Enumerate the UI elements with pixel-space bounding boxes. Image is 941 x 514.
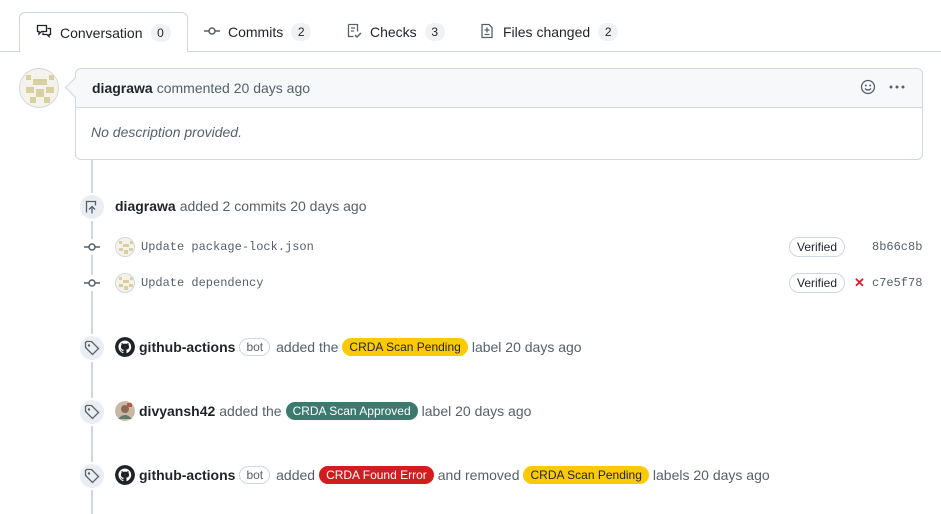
label-crda-found-error[interactable]: CRDA Found Error <box>319 466 434 484</box>
pr-tab-bar: Conversation 0 Commits 2 Checks 3 Files … <box>0 12 941 53</box>
label-crda-scan-pending[interactable]: CRDA Scan Pending <box>342 338 468 356</box>
verified-badge[interactable]: Verified <box>789 273 846 293</box>
bot-badge: bot <box>239 338 271 356</box>
commits-event: diagrawa added 2 commits 20 days ago <box>115 198 366 214</box>
avatar[interactable] <box>19 68 59 108</box>
git-commit-icon <box>84 275 100 291</box>
repo-push-icon <box>78 193 106 221</box>
file-diff-icon <box>479 23 495 42</box>
event-text: and removed <box>437 467 520 483</box>
label-event: github-actions bot added CRDA Found Erro… <box>115 464 770 486</box>
check-failed-icon[interactable]: ✕ <box>854 275 865 291</box>
verified-badge[interactable]: Verified <box>789 237 846 257</box>
commit-sha[interactable]: 8b66c8b <box>872 240 922 254</box>
tab-commits[interactable]: Commits 2 <box>188 12 327 52</box>
commit-row: Update package-lock.json <box>115 236 314 258</box>
commit-row: Update dependency <box>115 272 263 294</box>
comment-meta: commented 20 days ago <box>156 80 311 96</box>
tag-icon <box>78 334 106 362</box>
event-actor[interactable]: divyansh42 <box>139 403 215 419</box>
comment-body: No description provided. <box>91 124 242 140</box>
label-event: divyansh42 added the CRDA Scan Approved … <box>115 400 531 422</box>
bot-badge: bot <box>239 466 271 484</box>
smiley-icon[interactable] <box>860 79 876 98</box>
event-text: added 2 commits 20 days ago <box>179 198 367 214</box>
checklist-icon <box>346 23 362 42</box>
comment-discussion-icon <box>36 23 52 42</box>
event-text: added the <box>219 403 282 419</box>
kebab-horizontal-icon[interactable] <box>888 79 906 98</box>
comment-box: diagrawa commented 20 days ago No descri… <box>75 68 923 160</box>
commit-message[interactable]: Update package-lock.json <box>141 240 314 254</box>
tab-files-changed-label: Files changed <box>503 24 591 40</box>
comment-author[interactable]: diagrawa <box>92 80 153 96</box>
event-author[interactable]: diagrawa <box>115 198 176 214</box>
event-text: added the <box>276 339 339 355</box>
tab-checks[interactable]: Checks 3 <box>330 12 461 52</box>
github-mark-icon[interactable] <box>115 465 135 485</box>
label-crda-scan-pending[interactable]: CRDA Scan Pending <box>523 466 649 484</box>
event-text: added <box>276 467 316 483</box>
git-commit-icon <box>204 23 220 42</box>
comment-header: diagrawa commented 20 days ago <box>76 69 922 108</box>
commit-message[interactable]: Update dependency <box>141 276 263 290</box>
tag-icon <box>78 462 106 490</box>
tab-commits-label: Commits <box>228 24 284 40</box>
tab-files-changed[interactable]: Files changed 2 <box>463 12 634 52</box>
git-commit-icon <box>84 239 100 255</box>
event-text: labels 20 days ago <box>652 467 770 483</box>
event-actor[interactable]: github-actions <box>139 467 235 483</box>
github-mark-icon[interactable] <box>115 337 135 357</box>
tab-checks-label: Checks <box>370 24 417 40</box>
commit-sha[interactable]: c7e5f78 <box>872 276 922 290</box>
avatar[interactable] <box>115 237 135 257</box>
label-event: github-actions bot added the CRDA Scan P… <box>115 336 582 358</box>
tab-conversation-count: 0 <box>150 23 171 42</box>
event-actor[interactable]: github-actions <box>139 339 235 355</box>
avatar[interactable] <box>115 273 135 293</box>
tag-icon <box>78 398 106 426</box>
event-text: label 20 days ago <box>421 403 532 419</box>
tab-checks-count: 3 <box>424 23 445 41</box>
avatar[interactable] <box>115 401 135 421</box>
tab-conversation[interactable]: Conversation 0 <box>19 12 188 53</box>
tab-files-changed-count: 2 <box>598 23 619 41</box>
tab-conversation-label: Conversation <box>60 24 143 41</box>
tab-commits-count: 2 <box>291 23 312 41</box>
event-text: label 20 days ago <box>471 339 582 355</box>
label-crda-scan-approved[interactable]: CRDA Scan Approved <box>285 402 418 420</box>
